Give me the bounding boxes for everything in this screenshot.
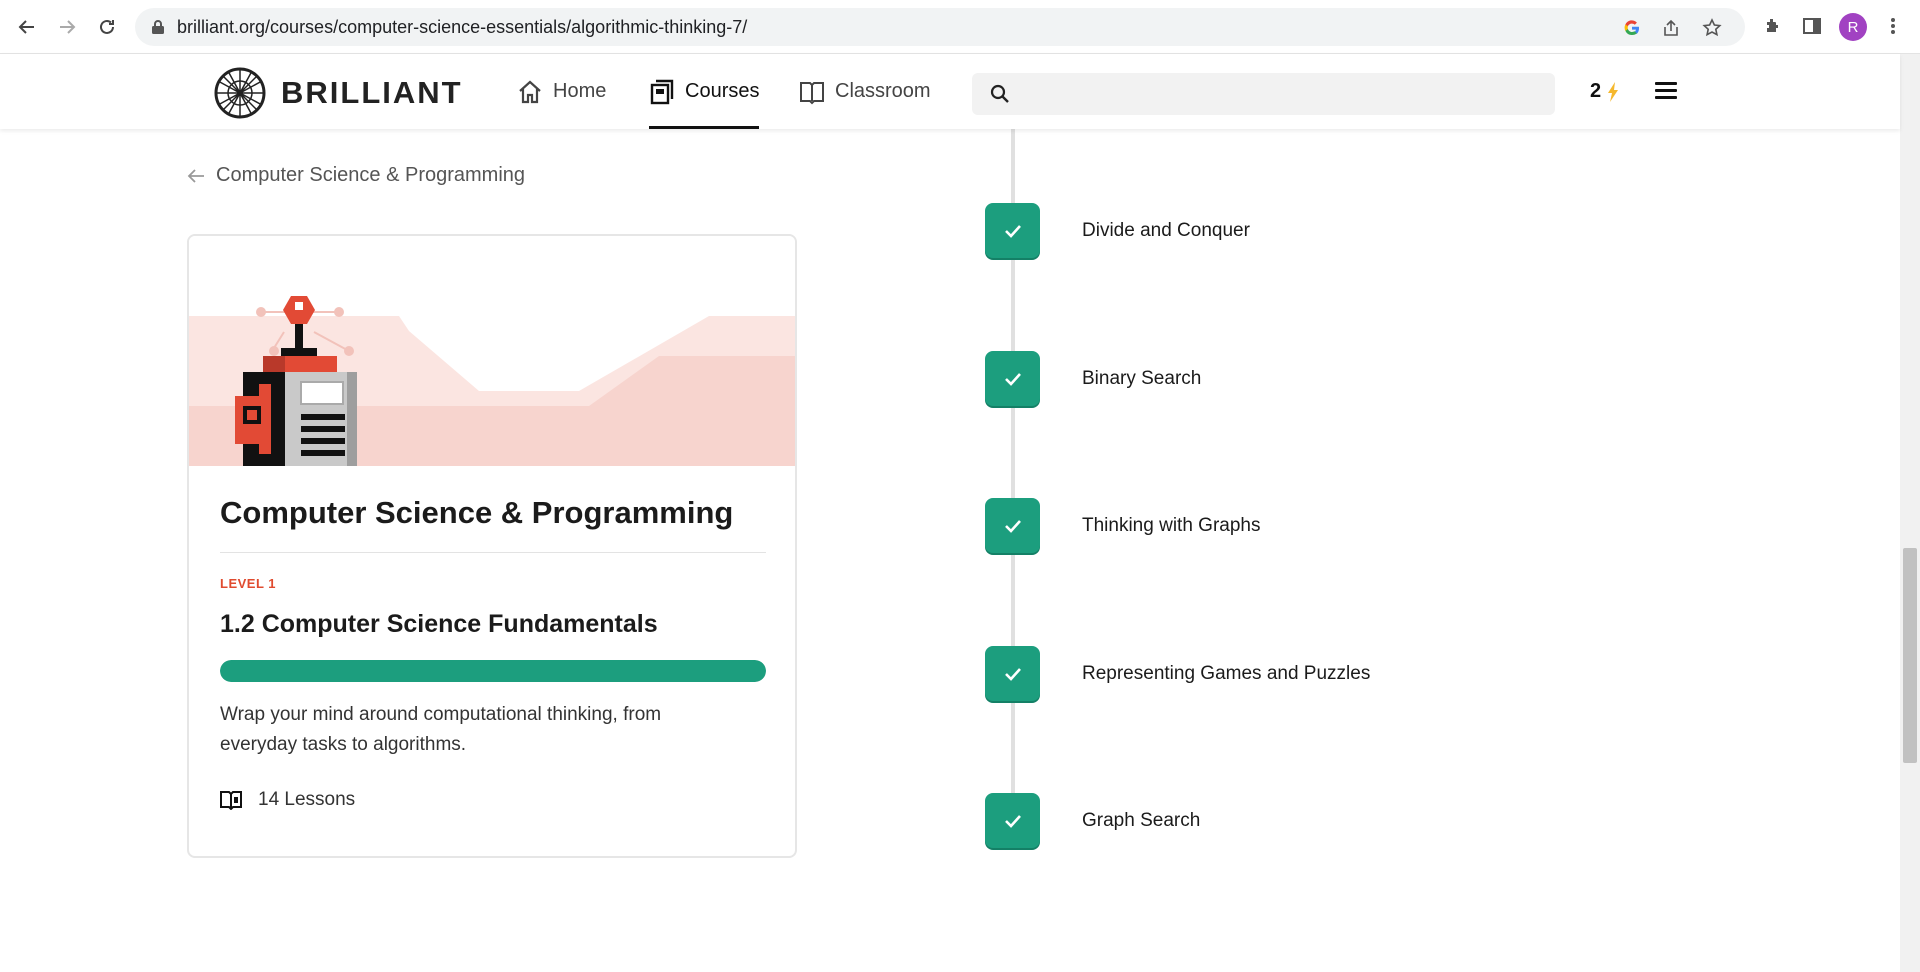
brilliant-logo-icon[interactable] — [214, 67, 266, 119]
lightning-bolt-icon — [1608, 81, 1619, 102]
card-divider — [220, 552, 766, 553]
courses-icon — [649, 79, 675, 105]
nav-courses-label: Courses — [685, 80, 760, 102]
checkmark-icon — [1004, 667, 1021, 681]
page-scrollbar-track[interactable] — [1900, 54, 1920, 972]
lesson-complete-node[interactable] — [985, 793, 1040, 848]
share-icon[interactable] — [1660, 17, 1682, 39]
robot-illustration — [189, 236, 795, 466]
checkmark-icon — [1004, 814, 1021, 828]
menu-icon[interactable] — [1655, 82, 1677, 100]
nav-courses[interactable]: Courses — [649, 54, 760, 129]
checkmark-icon — [1004, 224, 1021, 238]
lock-icon — [152, 20, 164, 34]
book-icon — [220, 791, 242, 810]
nav-classroom[interactable]: Classroom — [799, 54, 931, 129]
page-scrollbar-thumb[interactable] — [1903, 548, 1917, 763]
google-icon[interactable] — [1621, 17, 1643, 39]
lesson-title[interactable]: Binary Search — [1082, 368, 1201, 390]
course-card[interactable]: Computer Science & Programming LEVEL 1 1… — [187, 234, 797, 858]
classroom-icon — [799, 79, 825, 105]
browser-toolbar: brilliant.org/courses/computer-science-e… — [0, 0, 1920, 54]
course-subtitle: 1.2 Computer Science Fundamentals — [220, 610, 658, 638]
lesson-complete-node[interactable] — [985, 203, 1040, 258]
nav-classroom-label: Classroom — [835, 80, 931, 102]
lesson-title[interactable]: Divide and Conquer — [1082, 220, 1250, 242]
back-arrow-icon[interactable] — [12, 12, 42, 42]
back-to-category-link[interactable]: Computer Science & Programming — [186, 164, 525, 187]
nav-home-label: Home — [553, 80, 607, 102]
home-icon — [517, 79, 543, 105]
back-link-label: Computer Science & Programming — [216, 164, 526, 186]
streak-count: 2 — [1590, 80, 1602, 102]
lesson-count: 14 Lessons — [220, 789, 355, 811]
url-text: brilliant.org/courses/computer-science-e… — [177, 17, 748, 37]
lesson-count-label: 14 Lessons — [258, 789, 356, 810]
course-description: Wrap your mind around computational thin… — [220, 704, 662, 755]
forward-arrow-icon[interactable] — [52, 12, 82, 42]
lesson-complete-node[interactable] — [985, 351, 1040, 406]
extensions-icon[interactable] — [1759, 13, 1785, 39]
site-search-input[interactable] — [972, 73, 1555, 115]
site-header: BRILLIANT Home Courses Classroom 2 — [0, 54, 1900, 129]
lesson-title[interactable]: Representing Games and Puzzles — [1082, 663, 1370, 685]
side-panel-icon[interactable] — [1799, 13, 1825, 39]
progress-fill — [220, 660, 766, 682]
checkmark-icon — [1004, 372, 1021, 386]
streak-counter[interactable]: 2 — [1590, 80, 1619, 103]
reload-icon[interactable] — [92, 12, 122, 42]
lesson-complete-node[interactable] — [985, 646, 1040, 701]
checkmark-icon — [1004, 519, 1021, 533]
nav-home[interactable]: Home — [517, 54, 606, 129]
course-progress-bar — [220, 660, 766, 682]
search-icon — [990, 84, 1009, 103]
back-arrow-icon — [187, 168, 204, 183]
profile-avatar[interactable]: R — [1839, 13, 1867, 41]
brand-name[interactable]: BRILLIANT — [281, 75, 463, 111]
more-vertical-icon[interactable] — [1880, 13, 1906, 39]
level-badge: LEVEL 1 — [220, 576, 277, 591]
course-title: Computer Science & Programming — [220, 495, 734, 530]
lesson-title[interactable]: Graph Search — [1082, 810, 1200, 832]
address-bar[interactable]: brilliant.org/courses/computer-science-e… — [135, 8, 1745, 46]
bookmark-star-icon[interactable] — [1701, 17, 1723, 39]
lesson-title[interactable]: Thinking with Graphs — [1082, 515, 1260, 537]
lesson-complete-node[interactable] — [985, 498, 1040, 553]
